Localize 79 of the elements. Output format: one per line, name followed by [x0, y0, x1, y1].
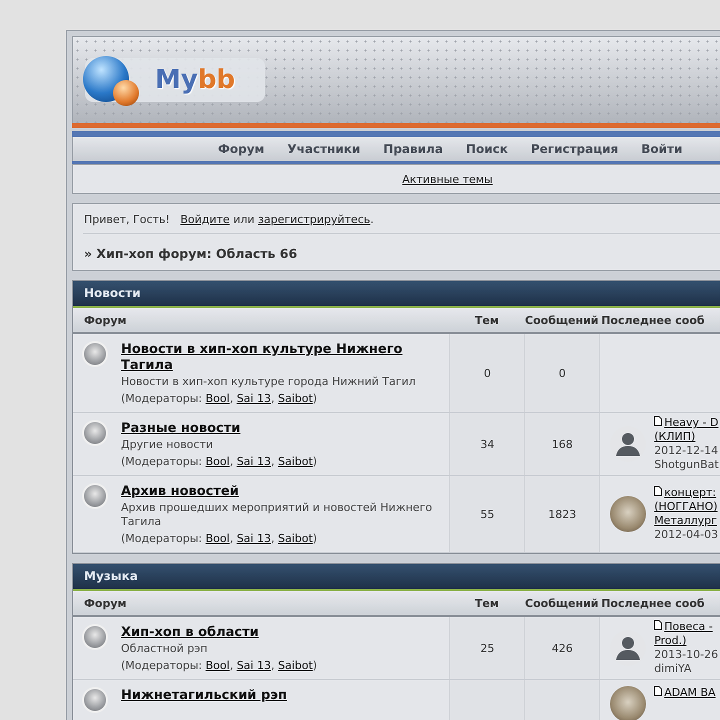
welcome-text: Привет, Гость! Войдите или зарегистрируйтесь. — [83, 204, 720, 234]
forum-description: Областной рэп — [121, 642, 208, 656]
moderators-text: (Модераторы: Bool, Sai 13, Saibot) — [121, 659, 318, 673]
forum-title-link[interactable]: Архив новостей — [121, 484, 442, 500]
nav-link[interactable]: Регистрация — [530, 142, 618, 156]
category-header: Новости — [73, 281, 720, 308]
last-post-link[interactable]: (НОГГАНО) — [654, 500, 718, 513]
forum-title-link[interactable]: Нижнетагильский рэп — [121, 688, 287, 704]
posts-count: 168 — [552, 438, 573, 450]
forum-status-icon — [84, 485, 106, 507]
column-header: Форум — [83, 596, 128, 610]
breadcrumb: » Хип-хоп форум: Область 66 — [83, 245, 298, 263]
register-link[interactable]: зарегистрируйтесь — [258, 213, 370, 226]
last-post-author: dimiYA — [654, 662, 692, 676]
moderator-link[interactable]: Sai 13 — [236, 532, 271, 545]
moderator-link[interactable]: Saibot — [278, 455, 313, 468]
last-post-date: 2012-12-14 — [654, 444, 719, 458]
avatar-photo-placeholder — [610, 686, 646, 720]
nav-link[interactable]: Форум — [218, 142, 264, 156]
moderator-link[interactable]: Bool — [206, 659, 230, 672]
forum-description: Другие новости — [121, 438, 214, 452]
moderator-link[interactable]: Bool — [206, 455, 230, 468]
moderator-link[interactable]: Sai 13 — [236, 392, 271, 405]
column-header: Сообщений — [524, 596, 600, 610]
topics-count: 55 — [480, 508, 494, 520]
login-link[interactable]: Войдите — [180, 213, 230, 226]
topics-count: 25 — [480, 642, 494, 654]
last-post-date: 2013-10-26 — [654, 648, 718, 662]
column-header: Форум — [83, 314, 128, 326]
last-post-link[interactable]: Heavy - D — [664, 416, 718, 429]
posts-count: 0 — [558, 366, 566, 380]
forum-status-icon — [84, 626, 106, 648]
posts-count: 1823 — [548, 508, 576, 520]
last-post-link[interactable]: ADAM BA — [664, 686, 716, 699]
moderators-text: (Модераторы: Bool, Sai 13, Saibot) — [121, 455, 318, 469]
document-icon — [654, 686, 662, 696]
nav-link[interactable]: Участники — [287, 142, 360, 156]
moderator-link[interactable]: Saibot — [278, 659, 313, 672]
moderator-link[interactable]: Sai 13 — [236, 659, 271, 672]
forum-title-link[interactable]: Хип-хоп в области — [121, 625, 318, 641]
moderator-link[interactable]: Bool — [206, 532, 230, 545]
column-header: Сообщений — [524, 314, 600, 326]
topics-count: 34 — [480, 438, 494, 450]
document-icon — [654, 416, 662, 426]
last-post-link[interactable]: (КЛИП) — [654, 430, 696, 443]
nav-link[interactable]: Войти — [641, 142, 682, 156]
nav-link[interactable]: Поиск — [466, 142, 508, 156]
moderator-link[interactable]: Bool — [206, 392, 230, 405]
last-post-author: ShotgunBat — [654, 458, 719, 472]
moderators-text: (Модераторы: Bool, Sai 13, Saibot) — [121, 392, 318, 406]
moderator-link[interactable]: Saibot — [278, 532, 313, 545]
document-icon — [654, 486, 662, 496]
category-header: Музыка — [73, 564, 720, 591]
moderators-text: (Модераторы: Bool, Sai 13, Saibot) — [121, 532, 318, 546]
column-header: Последнее сооб — [600, 314, 706, 326]
nav-link[interactable]: Правила — [383, 142, 443, 156]
column-header: Последнее сооб — [600, 596, 706, 610]
last-post-link[interactable]: концерт: — [664, 486, 716, 499]
forum-status-icon — [84, 689, 106, 711]
forum-status-icon — [84, 343, 106, 365]
column-header: Тем — [474, 596, 500, 610]
document-icon — [654, 620, 662, 630]
forum-description: Новости в хип-хоп культуре города Нижний Тагил — [121, 375, 417, 389]
logo-text: Mybb — [155, 65, 236, 95]
last-post-date: 2012-04-03 — [654, 528, 718, 542]
topics-count: 0 — [484, 366, 491, 380]
last-post-link[interactable]: Повеса - — [664, 620, 713, 633]
posts-count: 426 — [552, 642, 573, 654]
moderator-link[interactable]: Sai 13 — [236, 455, 271, 468]
column-header: Тем — [474, 314, 500, 326]
last-post-link[interactable]: Металлург — [654, 514, 717, 527]
forum-description: Архив прошедших мероприятий и новостей Нижнего Тагила — [121, 501, 434, 529]
forum-title-link[interactable]: Новости в хип-хоп культуре Нижнего Тагила — [121, 342, 442, 374]
last-post-link[interactable]: Prod.) — [654, 634, 686, 647]
forum-status-icon — [84, 422, 106, 444]
moderator-link[interactable]: Saibot — [278, 392, 313, 405]
avatar-photo-placeholder — [610, 496, 646, 532]
forum-title-link[interactable]: Разные новости — [121, 421, 318, 437]
active-topics-link[interactable]: Активные темы — [402, 172, 493, 186]
